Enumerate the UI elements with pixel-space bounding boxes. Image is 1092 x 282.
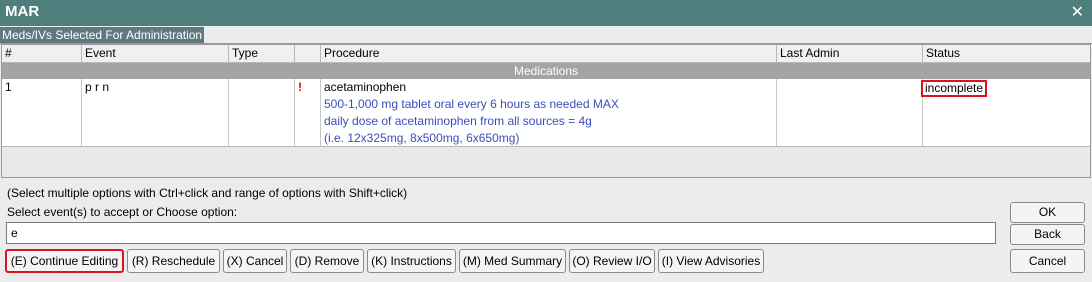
title-bar: MAR ✕ [0,0,1092,26]
column-header-last-admin[interactable]: Last Admin [777,45,923,62]
row-event: p r n [82,79,229,146]
close-icon[interactable]: ✕ [1071,2,1084,22]
row-last-admin [777,79,923,146]
option-prompt: Select event(s) to accept or Choose opti… [7,205,238,219]
row-status: incomplete [921,79,1090,146]
remove-button[interactable]: (D) Remove [290,249,364,273]
column-header-status[interactable]: Status [923,45,1090,62]
window-title: MAR [5,3,40,20]
column-header-number[interactable]: # [2,45,82,62]
status-badge: incomplete [921,80,988,97]
row-procedure: acetaminophen 500-1,000 mg tablet oral e… [321,79,777,146]
column-header-flag[interactable] [295,45,321,62]
procedure-detail-line: 500-1,000 mg tablet oral every 6 hours a… [324,97,619,111]
continue-editing-button[interactable]: (E) Continue Editing [5,249,124,273]
back-button[interactable]: Back [1010,224,1085,245]
table-row[interactable]: 1 p r n ! acetaminophen 500-1,000 mg tab… [2,79,1090,147]
table-header: # Event Type Procedure Last Admin Status [2,45,1090,63]
procedure-detail-line: daily dose of acetaminophen from all sou… [324,114,592,128]
view-advisories-button[interactable]: (I) View Advisories [658,249,764,273]
column-header-event[interactable]: Event [82,45,229,62]
medications-table: # Event Type Procedure Last Admin Status… [1,44,1091,178]
column-header-procedure[interactable]: Procedure [321,45,777,62]
option-input[interactable]: e [6,222,996,244]
review-io-button[interactable]: (O) Review I/O [569,249,655,273]
procedure-name: acetaminophen [324,80,407,94]
ok-button[interactable]: OK [1010,202,1085,223]
alert-flag-icon: ! [295,79,321,146]
cancel-option-button[interactable]: (X) Cancel [223,249,287,273]
instructions-button[interactable]: (K) Instructions [367,249,456,273]
cancel-button[interactable]: Cancel [1010,249,1085,273]
med-summary-button[interactable]: (M) Med Summary [459,249,566,273]
tab-meds-ivs[interactable]: Meds/IVs Selected For Administration [0,27,205,43]
section-medications: Medications [2,63,1090,79]
row-type [229,79,295,146]
row-number: 1 [2,79,82,146]
selection-hint: (Select multiple options with Ctrl+click… [7,186,408,200]
column-header-type[interactable]: Type [229,45,295,62]
procedure-detail-line: (i.e. 12x325mg, 8x500mg, 6x650mg) [324,131,520,145]
reschedule-button[interactable]: (R) Reschedule [127,249,220,273]
